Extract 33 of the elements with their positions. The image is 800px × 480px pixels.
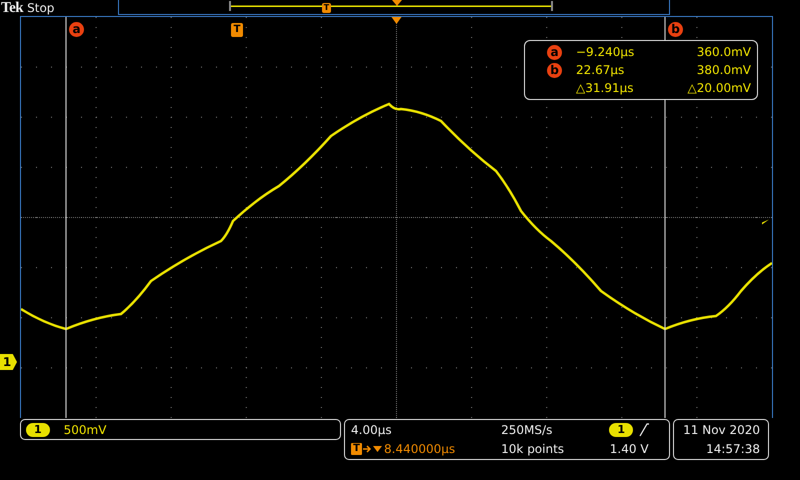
cursor-voltage: 360.0mV [696,45,751,59]
trigger-channel-badge: 1 [609,423,633,438]
time: 14:57:38 [706,442,760,456]
trigger-position-icon [392,0,402,6]
date: 11 Nov 2020 [683,423,760,438]
cursor-time: 22.67µs [576,63,626,77]
acquisition-status: Stop [27,1,54,15]
cursor-time: −9.240µs [576,45,636,59]
cursor-voltage: 380.0mV [696,63,751,77]
brand-logo: Tek [1,0,24,16]
rising-edge-icon [639,423,649,438]
channel-marker[interactable]: 1 [0,354,17,370]
trigger-marker: T [351,442,362,455]
vertical-scale: 500mV [64,422,106,436]
cursor-label: b [668,22,683,37]
trigger-position-icon [392,17,402,24]
cursor-label: a [69,22,84,37]
trigger-marker: T [231,23,243,37]
sample-rate: 250MS/s [501,423,554,438]
cursor-time: △31.91µs [576,81,634,95]
cursor-label: a [547,44,562,60]
record-length: 10k points [501,442,564,456]
delay-arrow-icon [363,444,383,454]
horizontal-panel[interactable]: 4.00µs T 8.440000µs 250MS/s 10k points 1 1.40 V [344,419,670,460]
horizontal-delay: 8.440000µs [384,442,456,456]
overview-trigger-marker: T [322,3,331,13]
cursor-label: b [547,62,562,78]
trigger-level: 1.40 V [610,442,649,456]
trigger-level-icon [762,220,769,224]
channel-panel[interactable]: 1 500mV [20,419,341,440]
horizontal-scale: 4.00µs [351,423,393,438]
cursor-voltage: △20.00mV [688,81,751,95]
channel-badge: 1 [26,422,50,436]
